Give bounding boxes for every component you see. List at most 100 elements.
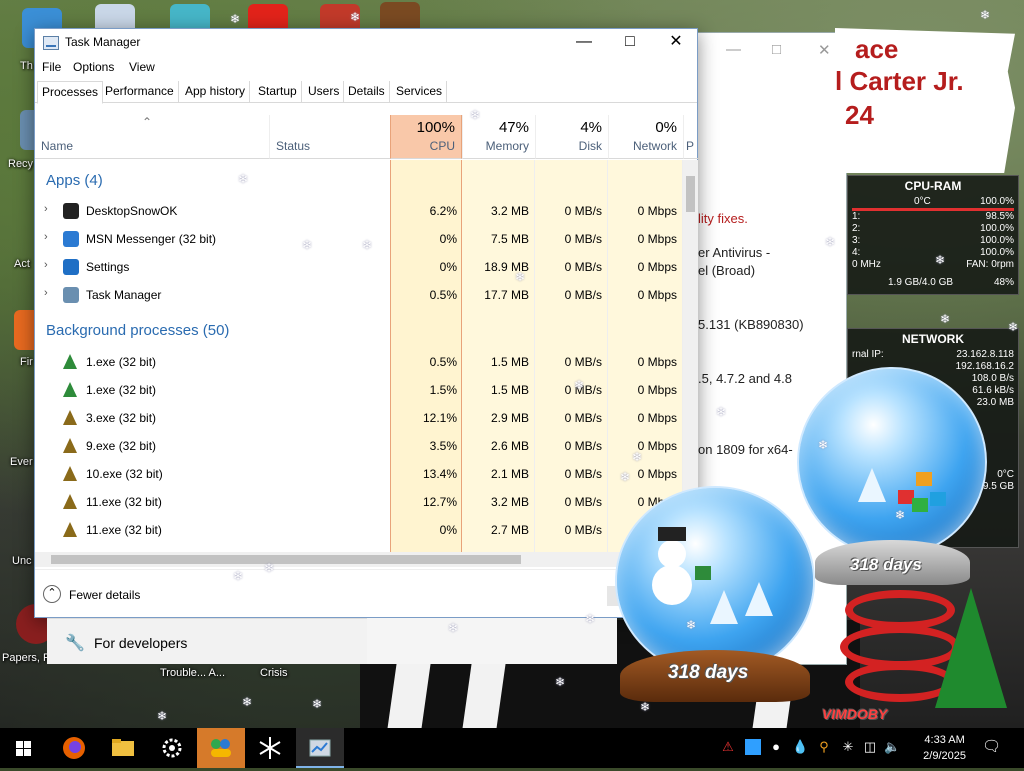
group-apps[interactable]: Apps (4) bbox=[46, 172, 103, 189]
column-disk[interactable]: 4% Disk bbox=[535, 115, 608, 159]
notifications-icon[interactable]: 🗨 bbox=[982, 739, 1001, 755]
title-bar[interactable]: Task Manager — □ ✕ bbox=[35, 29, 697, 57]
fewer-details-link[interactable]: Fewer details bbox=[69, 588, 140, 602]
snowflake-icon: ❄ bbox=[238, 172, 249, 186]
snow-globe-snowman[interactable] bbox=[615, 486, 815, 676]
settings-content-panel bbox=[367, 618, 617, 664]
start-button[interactable] bbox=[0, 728, 48, 768]
tab-processes[interactable]: Processes bbox=[37, 81, 104, 104]
taskbar-task-manager[interactable] bbox=[296, 728, 344, 768]
task-manager-icon bbox=[43, 36, 59, 50]
tab-startup[interactable]: Startup bbox=[254, 81, 302, 103]
tab-users[interactable]: Users bbox=[304, 81, 345, 103]
close-icon[interactable]: ✕ bbox=[653, 29, 699, 57]
snowflake-icon: ❄ bbox=[470, 108, 481, 122]
maximize-icon[interactable]: □ bbox=[772, 41, 781, 58]
tray-drop-icon[interactable]: 💧 bbox=[792, 739, 808, 755]
process-name: 10.exe (32 bit) bbox=[86, 467, 163, 481]
column-cpu[interactable]: 100% CPU bbox=[390, 115, 462, 159]
cpu-cell: 12.7% bbox=[422, 495, 457, 509]
network-total: 23.0 MB bbox=[976, 397, 1014, 408]
core-label: 2: bbox=[852, 223, 861, 234]
menu-bar: File Options View bbox=[35, 57, 697, 79]
network-cell: 0 Mbps bbox=[637, 411, 677, 425]
taskbar-msn[interactable] bbox=[197, 728, 245, 768]
tray-volume-mute-icon[interactable]: 🔈 bbox=[884, 739, 900, 755]
menu-file[interactable]: File bbox=[42, 60, 61, 74]
table-row[interactable]: 11.exe (32 bit)12.7%3.2 MB0 MB/s0 Mbps bbox=[35, 488, 683, 516]
tab-app-history[interactable]: App history bbox=[181, 81, 251, 103]
christmas-tree-icon bbox=[935, 588, 1007, 708]
memory-cell: 1.5 MB bbox=[490, 383, 529, 397]
memory-cell: 7.5 MB bbox=[490, 232, 529, 246]
task-manager-window[interactable]: Task Manager — □ ✕ File Options View Pro… bbox=[34, 28, 698, 618]
cpu-ram-gadget[interactable]: CPU-RAM 0°C 100.0% 1: 98.5% 2: 100.0% 3: 100… bbox=[847, 175, 1019, 295]
table-row[interactable]: 1.exe (32 bit) 0.5% 1.5 MB 0 MB/s 0 Mbps bbox=[35, 348, 683, 376]
group-background[interactable]: Background processes (50) bbox=[46, 322, 229, 339]
memory-cell: 17.7 MB bbox=[484, 288, 529, 302]
tray-network-icon[interactable]: ◫ bbox=[862, 739, 878, 755]
update-text: el (Broad) bbox=[698, 263, 756, 278]
drive-temp: 0°C bbox=[997, 469, 1014, 480]
upload-rate: 61.6 kB/s bbox=[972, 385, 1014, 396]
table-row[interactable]: 9.exe (32 bit) 3.5% 2.6 MB 0 MB/s 0 Mbps bbox=[35, 432, 683, 460]
column-status[interactable]: Status bbox=[269, 115, 390, 159]
chevron-right-icon[interactable]: › bbox=[44, 259, 48, 271]
table-row[interactable]: 10.exe (32 bit) 13.4% 2.1 MB 0 MB/s 0 Mbps bbox=[35, 460, 683, 488]
snowflake-icon: ❄ bbox=[940, 312, 951, 326]
minimize-icon[interactable]: — bbox=[726, 41, 741, 58]
snow-globe-gifts[interactable] bbox=[797, 367, 987, 557]
column-name[interactable]: Name bbox=[35, 115, 269, 159]
column-power[interactable]: P bbox=[683, 115, 698, 159]
chevron-up-icon[interactable]: ⌃ bbox=[43, 585, 61, 603]
gadget-title: NETWORK bbox=[902, 332, 964, 346]
fan-speed: FAN: 0rpm bbox=[966, 259, 1014, 270]
table-row[interactable]: 11.exe (32 bit)0%2.7 MB0 MB/s0 Mbps bbox=[35, 516, 683, 544]
taskbar-desktopsnow[interactable] bbox=[246, 728, 294, 768]
tray-blue-icon[interactable] bbox=[745, 739, 761, 755]
tab-details[interactable]: Details bbox=[344, 81, 390, 103]
taskbar: ⚠ ● 💧 ⚲ ✳ ◫ 🔈 4:33 AM 2/9/2025 🗨 bbox=[0, 728, 1024, 768]
snowflake-icon: ❄ bbox=[230, 12, 241, 26]
brand-text: VIMDOBY bbox=[822, 706, 888, 722]
horizontal-scrollbar[interactable] bbox=[35, 552, 683, 567]
process-name: MSN Messenger (32 bit) bbox=[86, 232, 217, 246]
settings-window-strip[interactable]: 🔧 For developers bbox=[47, 618, 367, 664]
disk-cell: 0 MB/s bbox=[564, 260, 602, 274]
banner-line: 24 bbox=[845, 100, 874, 130]
tray-search-icon[interactable]: ⚲ bbox=[816, 739, 832, 755]
menu-options[interactable]: Options bbox=[73, 60, 114, 74]
table-row[interactable]: › Settings 0% 18.9 MB 0 MB/s 0 Mbps bbox=[35, 253, 683, 281]
menu-view[interactable]: View bbox=[129, 60, 155, 74]
table-row[interactable]: › Task Manager 0.5% 17.7 MB 0 MB/s 0 Mbps bbox=[35, 281, 683, 309]
cpu-cell: 6.2% bbox=[429, 204, 457, 218]
desktop-label: Recy bbox=[8, 158, 34, 170]
table-row[interactable]: › DesktopSnowOK 6.2% 3.2 MB 0 MB/s 0 Mbps bbox=[35, 197, 683, 225]
taskbar-file-explorer[interactable] bbox=[99, 728, 147, 768]
minimize-icon[interactable]: — bbox=[561, 29, 607, 57]
maximize-icon[interactable]: □ bbox=[607, 29, 653, 57]
chevron-right-icon[interactable]: › bbox=[44, 231, 48, 243]
tray-msn-icon[interactable]: ● bbox=[768, 739, 784, 755]
snowflake-icon: ❄ bbox=[980, 8, 991, 22]
tab-performance[interactable]: Performance bbox=[101, 81, 179, 103]
banner-line: l Carter Jr. bbox=[835, 66, 964, 96]
process-list[interactable]: Apps (4) › DesktopSnowOK 6.2% 3.2 MB 0 MB/s 0… bbox=[35, 160, 683, 552]
tab-services[interactable]: Services bbox=[392, 81, 448, 103]
taskbar-firefox[interactable] bbox=[50, 728, 98, 768]
task-manager-icon bbox=[309, 739, 331, 757]
taskbar-settings[interactable] bbox=[148, 728, 196, 768]
chevron-right-icon[interactable]: › bbox=[44, 203, 48, 215]
tray-snowflake-icon[interactable]: ✳ bbox=[840, 739, 856, 755]
table-row[interactable]: 3.exe (32 bit) 12.1% 2.9 MB 0 MB/s 0 Mbps bbox=[35, 404, 683, 432]
table-row[interactable]: 1.exe (32 bit) 1.5% 1.5 MB 0 MB/s 0 Mbps bbox=[35, 376, 683, 404]
close-icon[interactable]: ✕ bbox=[818, 41, 831, 59]
system-clock[interactable]: 4:33 AM 2/9/2025 bbox=[923, 732, 966, 764]
column-network[interactable]: 0% Network bbox=[608, 115, 683, 159]
chevron-right-icon[interactable]: › bbox=[44, 287, 48, 299]
table-row[interactable]: › MSN Messenger (32 bit) 0% 7.5 MB 0 MB/s 0 M… bbox=[35, 225, 683, 253]
tray-alert-icon[interactable]: ⚠ bbox=[720, 739, 736, 755]
snowflake-icon bbox=[63, 203, 79, 219]
for-developers-item[interactable]: For developers bbox=[94, 635, 187, 651]
developer-tools-icon: 🔧 bbox=[65, 635, 85, 652]
